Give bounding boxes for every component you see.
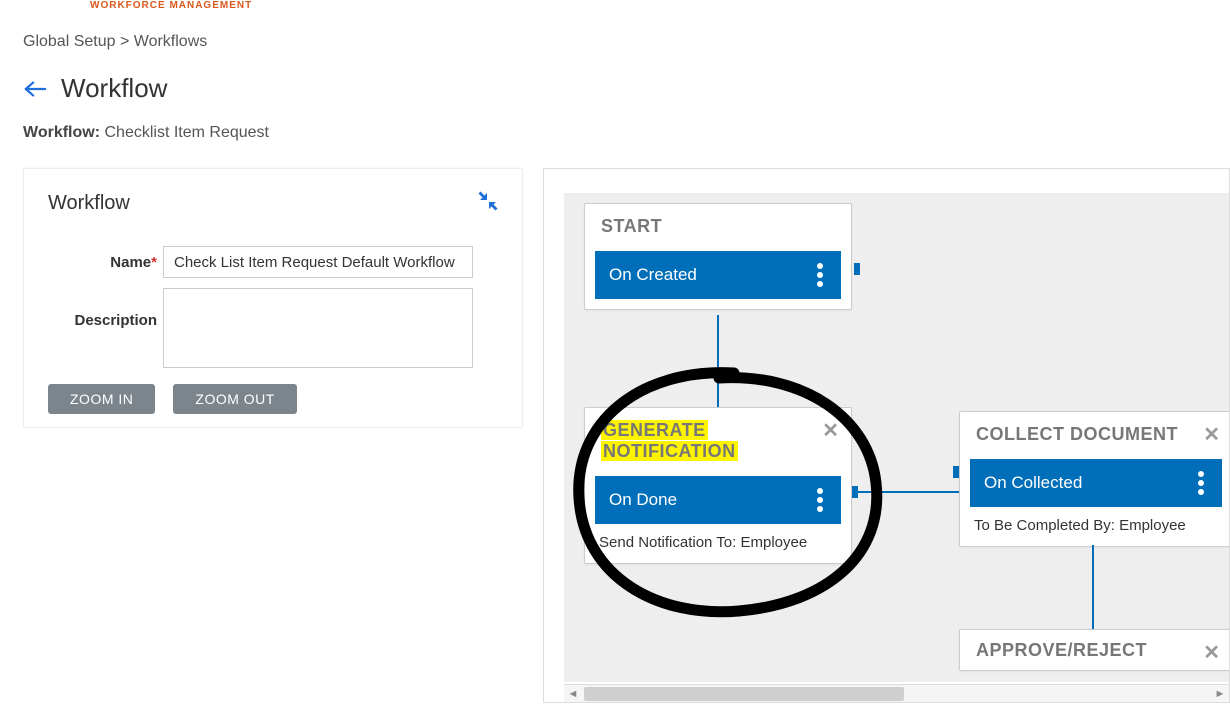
connector-line: [852, 491, 960, 493]
node-collect-document[interactable]: ✕ COLLECT DOCUMENT On Collected To Be Co…: [959, 411, 1230, 547]
breadcrumb-part-2[interactable]: Workflows: [134, 33, 208, 50]
node-generate-action[interactable]: On Done: [595, 476, 841, 524]
zoom-in-button[interactable]: ZOOM IN: [48, 384, 155, 414]
node-generate-notification[interactable]: ✕ GENERATE NOTIFICATION On Done Send Not…: [584, 407, 852, 564]
close-icon[interactable]: ✕: [822, 418, 839, 443]
node-start-action-label: On Created: [609, 265, 697, 285]
workflow-canvas[interactable]: START On Created ✕ GENERATE NOTIFICATION…: [543, 168, 1230, 703]
workflow-type-label: Workflow:: [23, 124, 100, 141]
connector-line: [717, 315, 719, 407]
description-label: Description: [48, 288, 163, 329]
node-approve-title: APPROVE/REJECT: [960, 630, 1230, 669]
node-generate-footer: Send Notification To: Employee: [585, 534, 851, 563]
breadcrumb: Global Setup > Workflows: [23, 33, 1230, 51]
scroll-left-icon[interactable]: ◄: [564, 685, 582, 703]
breadcrumb-separator: >: [120, 33, 129, 50]
port-icon[interactable]: [854, 263, 860, 275]
description-input[interactable]: [163, 288, 473, 368]
breadcrumb-part-1[interactable]: Global Setup: [23, 33, 116, 50]
node-generate-action-label: On Done: [609, 490, 677, 510]
collapse-panel-icon[interactable]: [478, 191, 498, 216]
horizontal-scrollbar[interactable]: ◄ ►: [564, 684, 1229, 702]
drag-handle-icon[interactable]: [813, 488, 827, 512]
scroll-right-icon[interactable]: ►: [1211, 685, 1229, 703]
brand-subtitle: WORKFORCE MANAGEMENT: [90, 0, 1230, 11]
node-start-title: START: [585, 204, 851, 245]
port-icon[interactable]: [578, 486, 584, 498]
close-icon[interactable]: ✕: [1203, 422, 1220, 447]
workflow-form-panel: Workflow Name* Description ZOOM IN ZOOM …: [23, 168, 523, 428]
scroll-thumb[interactable]: [584, 687, 904, 701]
back-arrow-icon[interactable]: [23, 77, 47, 101]
node-generate-title: GENERATE NOTIFICATION: [585, 408, 851, 470]
node-start[interactable]: START On Created: [584, 203, 852, 310]
node-start-action[interactable]: On Created: [595, 251, 841, 299]
node-collect-title: COLLECT DOCUMENT: [960, 412, 1230, 453]
drag-handle-icon[interactable]: [813, 263, 827, 287]
zoom-out-button[interactable]: ZOOM OUT: [173, 384, 296, 414]
connector-line: [1092, 545, 1094, 629]
name-input[interactable]: [163, 246, 473, 278]
drag-handle-icon[interactable]: [1194, 471, 1208, 495]
node-approve-reject[interactable]: ✕ APPROVE/REJECT: [959, 629, 1230, 671]
node-collect-footer: To Be Completed By: Employee: [960, 517, 1230, 546]
panel-title: Workflow: [48, 192, 130, 215]
required-mark: *: [151, 254, 157, 271]
name-label: Name*: [48, 254, 163, 271]
node-collect-action[interactable]: On Collected: [970, 459, 1222, 507]
node-collect-action-label: On Collected: [984, 473, 1082, 493]
close-icon[interactable]: ✕: [1203, 640, 1220, 665]
workflow-type-value: Checklist Item Request: [104, 124, 269, 141]
page-title: Workflow: [61, 73, 167, 104]
